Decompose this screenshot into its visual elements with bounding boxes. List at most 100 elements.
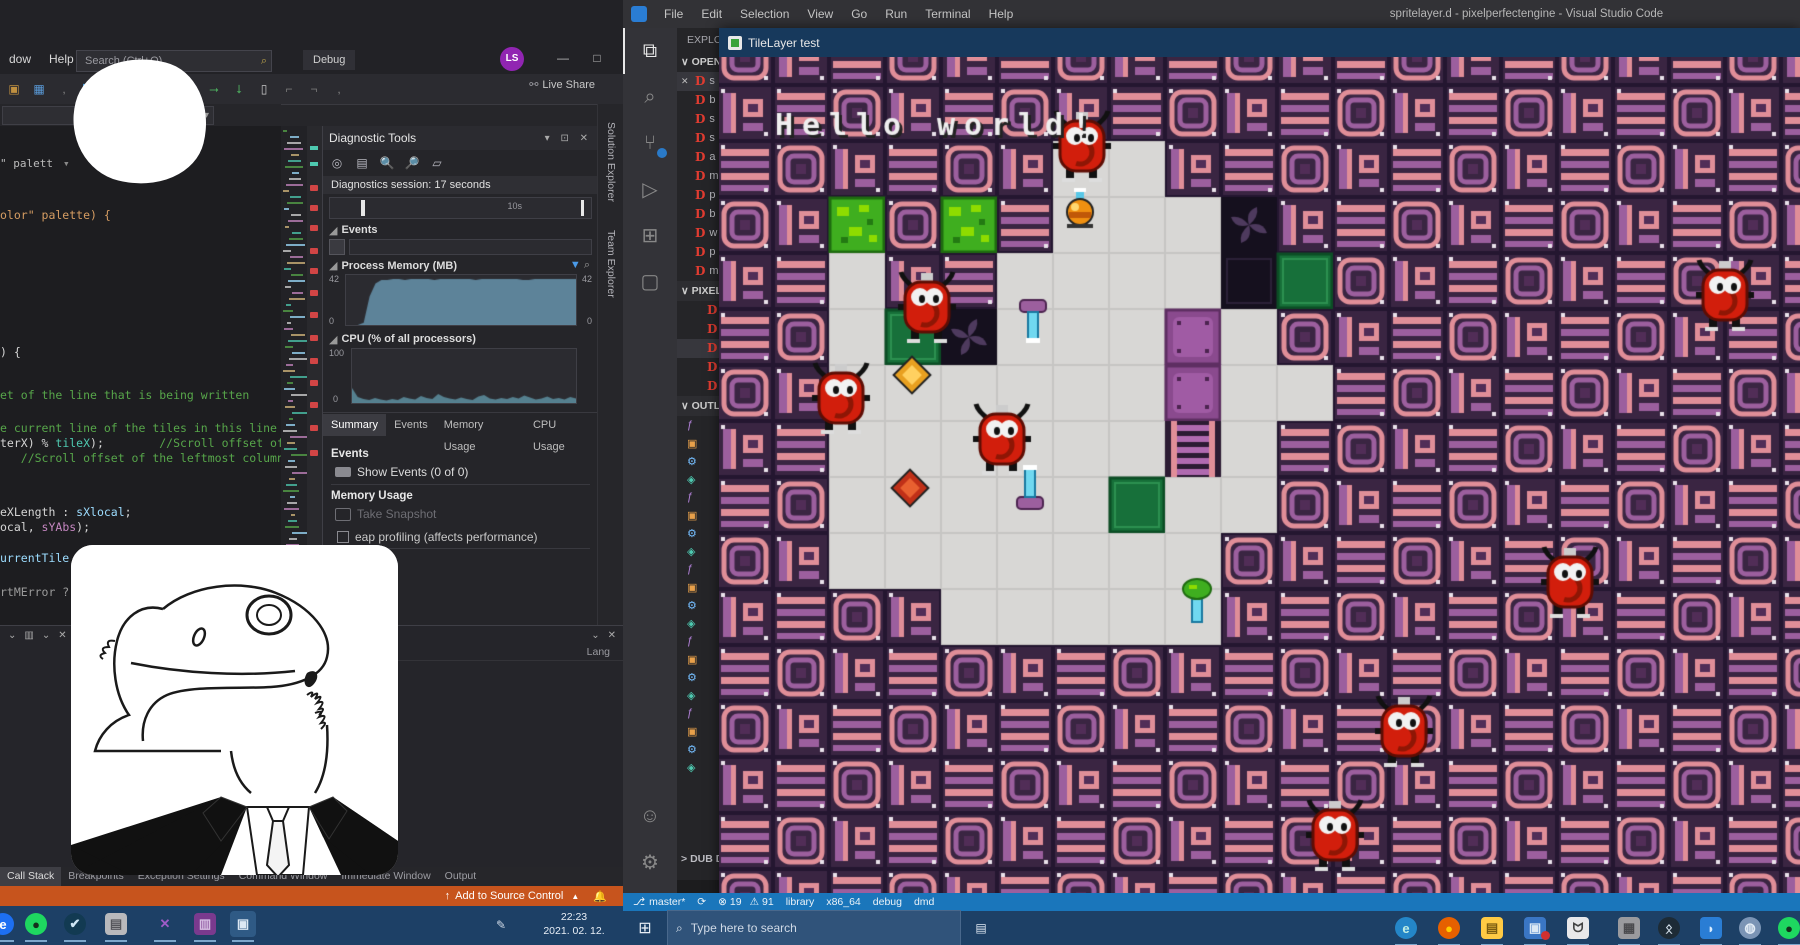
- take-snapshot-button[interactable]: Take Snapshot: [357, 507, 436, 521]
- taskbar-icon-globe-app[interactable]: ◍: [1737, 915, 1763, 941]
- vscode-menu-edit[interactable]: Edit: [692, 0, 731, 28]
- start-button[interactable]: ⊞: [623, 911, 667, 945]
- taskbar-icon-vscode[interactable]: ◗: [1698, 915, 1724, 941]
- diag-tab-memory-usage[interactable]: Memory Usage: [436, 414, 525, 436]
- minimize-button[interactable]: —: [548, 47, 578, 69]
- callstack-lang-column[interactable]: Lang: [587, 646, 610, 658]
- vscode-menu-go[interactable]: Go: [842, 0, 876, 28]
- taskbar-icon-notes-app[interactable]: ▤: [103, 911, 129, 937]
- live-share-button[interactable]: ⚯ Live Share: [529, 78, 595, 91]
- camera-icon: [335, 508, 351, 521]
- search-icon[interactable]: ⌕: [623, 74, 677, 120]
- panel-icon-0[interactable]: ⌄: [8, 630, 16, 641]
- diag-tool-1[interactable]: ▤: [351, 152, 373, 174]
- vscode-menu-file[interactable]: File: [655, 0, 692, 28]
- taskbar-icon-gitkraken[interactable]: ᛟ: [1656, 915, 1682, 941]
- add-to-source-control-button[interactable]: Add to Source Control: [455, 890, 563, 902]
- source-control-icon[interactable]: ⑂: [623, 120, 677, 166]
- show-events-link[interactable]: Show Events (0 of 0): [357, 465, 468, 479]
- sync-icon[interactable]: ⟳: [697, 896, 706, 908]
- run-debug-icon[interactable]: ▷: [623, 166, 677, 212]
- vs-bottom-tab-call-stack[interactable]: Call Stack: [0, 867, 61, 886]
- minimap-line: [292, 172, 299, 174]
- taskbar-icon-spotify[interactable]: ●: [1776, 915, 1800, 941]
- vs-toolbar-icon-1[interactable]: ▦: [28, 78, 50, 100]
- vs-toolbar-icon-13[interactable]: ,: [328, 78, 350, 100]
- vscode-menu-help[interactable]: Help: [980, 0, 1023, 28]
- vs-toolbar-icon-10[interactable]: ▯: [253, 78, 275, 100]
- panel-icon-3[interactable]: ✕: [58, 630, 66, 641]
- vs-debug-target[interactable]: Debug: [303, 50, 355, 70]
- vs-toolbar-icon-2[interactable]: ,: [53, 78, 75, 100]
- vs-titlebar: [0, 0, 623, 44]
- dropdown-arrow-icon[interactable]: ▲: [571, 892, 579, 901]
- tab-team-explorer[interactable]: Team Explorer: [605, 220, 617, 308]
- diag-tab-summary[interactable]: Summary: [323, 414, 386, 436]
- bell-icon[interactable]: 🔔: [593, 890, 607, 903]
- vscode-menu-selection[interactable]: Selection: [731, 0, 798, 28]
- taskbar-search-placeholder: Type here to search: [691, 921, 797, 935]
- account-icon[interactable]: ☺: [623, 793, 677, 839]
- taskbar-icon-active-window[interactable]: ▣: [230, 911, 256, 937]
- vscode-menu-view[interactable]: View: [798, 0, 842, 28]
- panel-header-icons[interactable]: ▾ ⊡ ✕: [545, 133, 592, 144]
- taskbar-icon-mail-badge[interactable]: ▣: [1522, 915, 1548, 941]
- panel-icon-1[interactable]: ▥: [24, 630, 33, 641]
- game-titlebar[interactable]: TileLayer test: [719, 28, 1800, 57]
- taskbar-search[interactable]: ⌕ Type here to search: [667, 910, 961, 945]
- heap-checkbox[interactable]: [337, 531, 349, 543]
- taskbar-icon-edge[interactable]: e: [1393, 915, 1419, 941]
- vs-toolbar-icon-12[interactable]: ¬: [303, 78, 325, 100]
- taskbar-clock[interactable]: 22:23 2021. 02. 12.: [528, 910, 620, 938]
- vscode-menu-run[interactable]: Run: [876, 0, 916, 28]
- taskbar-icon-purple-app[interactable]: ▥: [192, 911, 218, 937]
- minimap-line: [283, 250, 291, 252]
- diag-tool-0[interactable]: ◎: [326, 152, 348, 174]
- taskbar-icon-spotify[interactable]: ●: [23, 911, 49, 937]
- panel-icon-2[interactable]: ⌄: [42, 630, 50, 641]
- status-compiler[interactable]: dmd: [914, 896, 934, 908]
- vs-toolbar-icon-8[interactable]: ⭢: [203, 78, 225, 100]
- panel-icon-0[interactable]: ⌄: [591, 630, 599, 641]
- status-buildtype[interactable]: debug: [873, 896, 902, 908]
- magnifier-icon[interactable]: ⌕: [584, 259, 590, 271]
- maximize-button[interactable]: □: [582, 47, 612, 69]
- vs-toolbar-icon-11[interactable]: ⌐: [278, 78, 300, 100]
- taskbar-icon-onedrive-check[interactable]: ✔: [62, 911, 88, 937]
- extensions-icon[interactable]: ⊞: [623, 212, 677, 258]
- tab-solution-explorer[interactable]: Solution Explorer: [605, 112, 617, 212]
- vs-toolbar-icon-9[interactable]: ⭣: [228, 78, 250, 100]
- diag-tab-cpu-usage[interactable]: CPU Usage: [525, 414, 598, 436]
- vs-bottom-tab-output[interactable]: Output: [438, 867, 484, 886]
- taskbar-icon-edge-partial[interactable]: e: [0, 911, 16, 937]
- filter-funnel-icon[interactable]: ▼: [570, 259, 581, 271]
- taskbar-icon-firefox[interactable]: ●: [1436, 915, 1462, 941]
- panel-icon-1[interactable]: ✕: [608, 630, 616, 641]
- status-arch[interactable]: x86_64: [826, 896, 860, 908]
- task-view-icon[interactable]: ▤: [961, 911, 1001, 945]
- vs-account-avatar[interactable]: LS: [500, 47, 524, 71]
- taskbar-icon-gimp[interactable]: ▦: [1616, 915, 1642, 941]
- taskbar-icon-visual-studio[interactable]: ✕: [152, 911, 178, 937]
- pen-icon[interactable]: ✎: [496, 918, 506, 932]
- git-branch-item[interactable]: ⎇ master*: [633, 896, 685, 908]
- problems-item[interactable]: ⊗ 19 ⚠ 91: [718, 896, 774, 908]
- timeline-cursor-left[interactable]: [361, 200, 365, 216]
- taskbar-icon-white-fox[interactable]: ᗢ: [1565, 915, 1591, 941]
- status-library[interactable]: library: [786, 896, 815, 908]
- diag-tab-events[interactable]: Events: [386, 414, 436, 436]
- collapse-arrow-icon[interactable]: ◢: [329, 224, 337, 237]
- vs-menu-dow[interactable]: dow: [0, 44, 40, 74]
- diag-tool-2[interactable]: 🔍: [376, 152, 398, 174]
- diag-tool-3[interactable]: 🔎: [401, 152, 423, 174]
- settings-gear-icon[interactable]: ⚙: [623, 839, 677, 885]
- explorer-icon[interactable]: ⧉: [623, 28, 677, 74]
- timeline-cursor-right[interactable]: [581, 200, 584, 216]
- vscode-menu-terminal[interactable]: Terminal: [916, 0, 979, 28]
- diag-tool-4[interactable]: ▱: [426, 152, 448, 174]
- diag-timeline[interactable]: 10s: [329, 197, 592, 219]
- vs-toolbar-icon-0[interactable]: ▣: [3, 78, 25, 100]
- remote-icon[interactable]: ▢: [623, 258, 677, 304]
- game-viewport[interactable]: [719, 57, 1800, 900]
- taskbar-icon-file-explorer[interactable]: ▤: [1479, 915, 1505, 941]
